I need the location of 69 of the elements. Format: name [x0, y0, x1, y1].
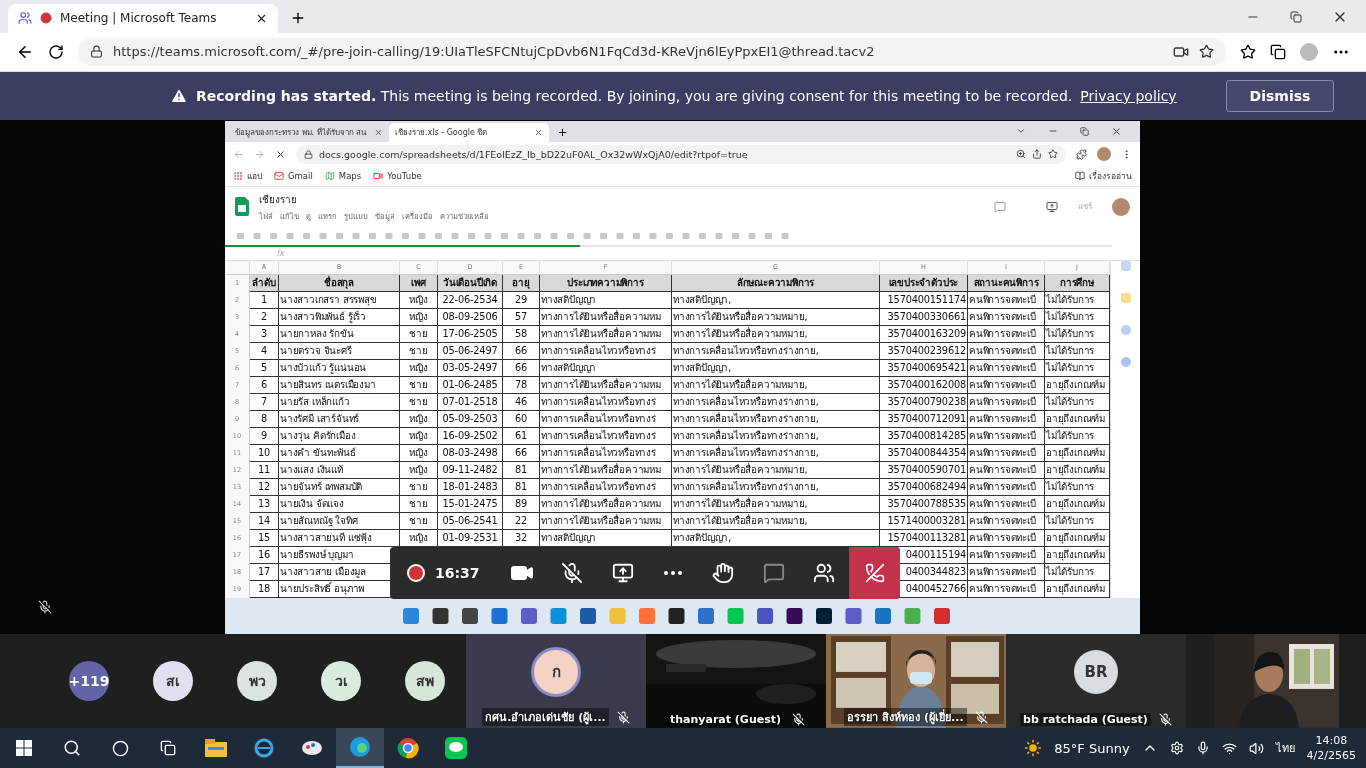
participant-name: อรรยา สิงห์ทอง (ผู้เยี่ย... — [844, 708, 967, 726]
bookmark[interactable]: แอป — [233, 169, 262, 184]
favorite-icon[interactable] — [1048, 149, 1058, 160]
bookmark[interactable]: Gmail — [274, 171, 313, 182]
bookmark[interactable]: YouTube — [373, 171, 422, 182]
sheet-title: เชียงราย — [259, 192, 298, 207]
address-field[interactable]: https://teams.microsoft.com/_#/pre-join-calling/19:UIaTleSFCNtujCpDvb6N1FqCd3d-KReVjn6lEyPpxEI1@thread.tacv2 — [78, 37, 1226, 66]
browser-tab[interactable]: Meeting | Microsoft Teams — [8, 3, 278, 33]
participant-name: กศน.อำเภอเด่นชัย (ผู้เ... — [482, 708, 609, 726]
chat-icon — [762, 561, 785, 584]
participant-avatar[interactable]: วเ — [321, 661, 361, 702]
recording-notice: Recording has started. This meeting is being recorded. By joining, you are giving consent for this meeting to be recorded. — [196, 87, 1073, 104]
refresh-icon[interactable] — [48, 43, 64, 60]
participant-avatar: ก — [531, 647, 581, 698]
participant-avatar[interactable]: +119 — [69, 661, 109, 702]
mic-off-icon — [561, 561, 584, 584]
apps-grid-icon — [233, 171, 243, 182]
privacy-link[interactable]: Privacy policy — [1080, 87, 1177, 104]
new-tab-icon[interactable] — [557, 126, 568, 138]
recording-icon — [40, 12, 52, 25]
windows-logo-icon — [16, 740, 32, 756]
collections-icon[interactable] — [1270, 43, 1286, 60]
favorites-icon[interactable] — [1240, 43, 1256, 60]
hang-up-icon — [864, 562, 885, 583]
restore-icon[interactable] — [1290, 10, 1302, 23]
map-icon — [324, 171, 335, 182]
participant-avatar[interactable]: สพ — [405, 661, 445, 702]
reading-list[interactable]: เรื่องรออ่าน — [1075, 169, 1132, 184]
bookmark[interactable]: Maps — [324, 171, 362, 182]
browser-tab[interactable]: เชียงราย.xls - Google ชีต — [389, 122, 549, 142]
participant-avatar: BR — [1074, 650, 1118, 695]
address-field[interactable]: docs.google.com/spreadsheets/d/1FEolEzZ_Ib_bD22uF0AL_Ox32wWxQjA0/edit?rtpof=true — [296, 144, 1066, 164]
mail-icon — [274, 171, 284, 182]
profile-avatar[interactable] — [1112, 197, 1130, 216]
people-icon — [813, 561, 835, 584]
extensions-icon[interactable] — [1076, 148, 1087, 160]
zoom-icon[interactable] — [1016, 149, 1026, 160]
more-icon — [663, 570, 682, 575]
comment-icon[interactable] — [994, 200, 1006, 213]
video-icon — [373, 171, 384, 182]
hand-icon — [712, 561, 735, 584]
participant-name: thanyarat (Guest) — [666, 713, 785, 726]
share-screen-icon — [611, 561, 634, 584]
volume-icon[interactable] — [1248, 740, 1264, 756]
clock[interactable]: 14:08 4/2/2565 — [1306, 733, 1356, 763]
restore-icon[interactable] — [1080, 126, 1089, 136]
browser-tab[interactable]: ข้อมูลของกระทรวง พม. ที่ได้รับจาก สน — [229, 122, 389, 142]
participant-avatar[interactable]: พว — [237, 661, 277, 702]
stop-icon[interactable] — [275, 148, 286, 160]
favorite-icon[interactable] — [1199, 44, 1214, 60]
present-icon[interactable] — [1046, 200, 1058, 213]
mic-off-icon — [38, 600, 52, 615]
participant-name: bb ratchada (Guest) — [1020, 713, 1151, 726]
book-icon — [1075, 171, 1085, 182]
profile-avatar[interactable] — [1097, 147, 1111, 162]
lock-icon — [304, 149, 313, 159]
language-indicator[interactable]: ไทย — [1275, 739, 1295, 757]
participant-avatar[interactable]: สเ — [153, 661, 193, 702]
weather-icon — [1024, 739, 1043, 757]
microphone-icon[interactable] — [1195, 741, 1210, 755]
wifi-icon[interactable] — [1221, 740, 1237, 756]
weather-text: 85°F Sunny — [1054, 740, 1130, 756]
lock-icon — [90, 45, 103, 59]
dismiss-button[interactable]: Dismiss — [1226, 79, 1334, 112]
sheets-logo-icon — [235, 197, 249, 217]
tray-icon[interactable] — [1169, 741, 1184, 755]
share-icon[interactable] — [1032, 149, 1042, 160]
close-icon[interactable] — [1111, 125, 1122, 137]
hang-up-button[interactable] — [849, 546, 900, 599]
